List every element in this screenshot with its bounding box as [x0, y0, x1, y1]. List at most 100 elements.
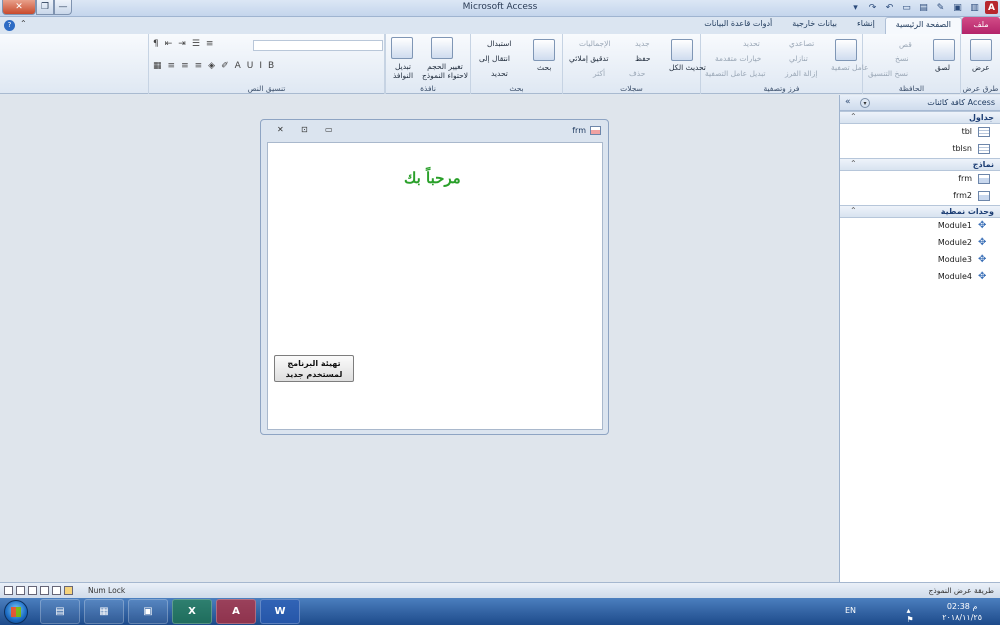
nav-header[interactable]: « ▾ كافة كائنات Access — [840, 95, 1000, 111]
nav-section-forms[interactable]: ⌃ نماذج — [840, 158, 1000, 171]
outdent-icon[interactable]: ⇥ — [178, 39, 186, 49]
collapse-nav-icon[interactable]: « — [845, 97, 851, 107]
refresh-all-icon[interactable] — [671, 39, 693, 61]
word-taskbar-button[interactable]: W — [260, 599, 300, 624]
tab-database-tools[interactable]: أدوات قاعدة البيانات — [694, 17, 782, 34]
collapse-section-icon[interactable]: ⌃ — [850, 112, 857, 121]
align-left-icon[interactable]: ≡ — [168, 61, 176, 71]
nav-item-form[interactable]: frm — [840, 171, 1000, 188]
selection-button[interactable]: تحديد — [743, 39, 760, 48]
nav-section-modules[interactable]: ⌃ وحدات نمطية — [840, 205, 1000, 218]
nav-item-module[interactable]: ✥ Module3 — [840, 252, 1000, 269]
italic-icon[interactable]: I — [259, 61, 262, 71]
collapse-section-icon[interactable]: ⌃ — [850, 159, 857, 168]
network-taskbar-button[interactable]: ▣ — [128, 599, 168, 624]
view-button[interactable]: عرض — [972, 63, 990, 72]
nav-item-module[interactable]: ✥ Module4 — [840, 269, 1000, 286]
calculator-taskbar-button[interactable]: ▦ — [84, 599, 124, 624]
datasheet-view-icon[interactable] — [40, 586, 49, 595]
design-view-icon[interactable] — [4, 586, 13, 595]
pivot-view-icon[interactable] — [28, 586, 37, 595]
start-button[interactable] — [4, 600, 28, 624]
delete-record-button[interactable]: حذف — [629, 69, 645, 78]
gridlines-icon[interactable]: ▦ — [153, 61, 162, 71]
nav-section-tables[interactable]: ⌃ جداول — [840, 111, 1000, 124]
highlight-icon[interactable]: ✐ — [221, 61, 229, 71]
clock[interactable]: 02:38 م ٢٠١٨/١١/٢٥ — [942, 601, 982, 623]
tab-external-data[interactable]: بيانات خارجية — [782, 17, 847, 34]
layout-view-icon[interactable] — [16, 586, 25, 595]
open-folder-icon[interactable]: ▤ — [917, 1, 930, 14]
goto-button[interactable]: انتقال إلى — [479, 54, 510, 63]
nav-item-module[interactable]: ✥ Module1 — [840, 218, 1000, 235]
form-minimize-icon[interactable]: ▭ — [325, 125, 333, 134]
undo-icon[interactable]: ↶ — [883, 1, 896, 14]
spelling-button[interactable]: تدقيق إملائي — [569, 54, 608, 63]
format-painter-button[interactable]: نسخ التنسيق — [868, 69, 908, 78]
save-record-button[interactable]: حفظ — [635, 54, 651, 63]
form-view-icon[interactable] — [64, 586, 73, 595]
new-record-button[interactable]: جديد — [635, 39, 650, 48]
form-close-icon[interactable]: ✕ — [277, 125, 284, 134]
numbering-icon[interactable]: ≡ — [206, 39, 214, 49]
advanced-filter-button[interactable]: خيارات متقدمة — [715, 54, 761, 63]
form-title-bar[interactable]: frm ✕ ⊡ ▭ — [261, 120, 608, 141]
layout-view-alt-icon[interactable] — [52, 586, 61, 595]
nav-menu-dropdown-icon[interactable]: ▾ — [860, 98, 870, 108]
indent-icon[interactable]: ⇤ — [165, 39, 173, 49]
find-icon[interactable] — [533, 39, 555, 61]
access-taskbar-button[interactable]: A — [216, 599, 256, 624]
tab-create[interactable]: إنشاء — [847, 17, 885, 34]
fill-color-icon[interactable]: ◈ — [208, 61, 215, 71]
nav-item-form[interactable]: frm2 — [840, 188, 1000, 205]
font-name-combo[interactable] — [253, 40, 383, 51]
filter-button[interactable]: عامل تصفية — [831, 63, 869, 72]
align-right-icon[interactable]: ≡ — [195, 61, 203, 71]
collapse-section-icon[interactable]: ⌃ — [850, 206, 857, 215]
size-to-fit-icon[interactable] — [431, 37, 453, 59]
underline-icon[interactable]: U — [247, 61, 254, 71]
language-indicator[interactable]: EN — [845, 606, 856, 615]
more-records-button[interactable]: أكثر — [593, 69, 605, 78]
init-new-user-button[interactable]: تهيئة البرنامج لمستخدم جديد — [274, 355, 354, 382]
view-icon[interactable] — [970, 39, 992, 61]
minimize-ribbon-icon[interactable]: ⌃ — [20, 19, 27, 28]
bullets-icon[interactable]: ☰ — [192, 39, 200, 49]
new-file-icon[interactable]: ▭ — [900, 1, 913, 14]
sort-ascending-button[interactable]: تصاعدي — [789, 39, 814, 48]
tab-home[interactable]: الصفحة الرئيسية — [884, 17, 962, 34]
paste-button[interactable]: لصق — [935, 63, 950, 72]
switch-windows-icon[interactable] — [391, 37, 413, 59]
save-icon[interactable]: ▣ — [951, 1, 964, 14]
customize-toolbar-icon[interactable]: ▾ — [849, 1, 862, 14]
remove-sort-button[interactable]: إزالة الفرز — [785, 69, 817, 78]
replace-button[interactable]: استبدال — [487, 39, 511, 48]
nav-item-table[interactable]: tbl — [840, 124, 1000, 141]
paste-icon[interactable] — [933, 39, 955, 61]
size-to-fit-button[interactable]: تغيير الحجم لاحتواء النموذج — [420, 62, 470, 80]
toggle-filter-button[interactable]: تبديل عامل التصفية — [705, 69, 766, 78]
refresh-all-button[interactable]: تحديث الكل — [669, 63, 706, 72]
excel-taskbar-button[interactable]: X — [172, 599, 212, 624]
filter-icon[interactable] — [835, 39, 857, 61]
select-button[interactable]: تحديد — [491, 69, 508, 78]
font-color-icon[interactable]: A — [235, 61, 241, 71]
nav-item-table[interactable]: tblsn — [840, 141, 1000, 158]
redo-icon[interactable]: ↷ — [866, 1, 879, 14]
edit-icon[interactable]: ✎ — [934, 1, 947, 14]
switch-windows-button[interactable]: تبديل النوافذ — [388, 62, 418, 80]
sort-descending-button[interactable]: تنازلي — [789, 54, 808, 63]
print-preview-icon[interactable]: ▥ — [968, 1, 981, 14]
cut-button[interactable]: قص — [899, 40, 912, 49]
tray-icons[interactable]: ▴ ⚑ ▣ ♪ — [906, 606, 918, 625]
align-center-icon[interactable]: ≡ — [181, 61, 189, 71]
tab-file[interactable]: ملف — [962, 17, 1000, 34]
rtl-icon[interactable]: ¶ — [153, 39, 159, 49]
bold-icon[interactable]: B — [268, 61, 274, 71]
find-button[interactable]: بحث — [537, 63, 551, 72]
nav-item-module[interactable]: ✥ Module2 — [840, 235, 1000, 252]
help-icon[interactable]: ? — [4, 20, 15, 31]
form-restore-icon[interactable]: ⊡ — [301, 125, 308, 134]
explorer-taskbar-button[interactable]: ▤ — [40, 599, 80, 624]
totals-button[interactable]: الإجماليات — [579, 39, 611, 48]
